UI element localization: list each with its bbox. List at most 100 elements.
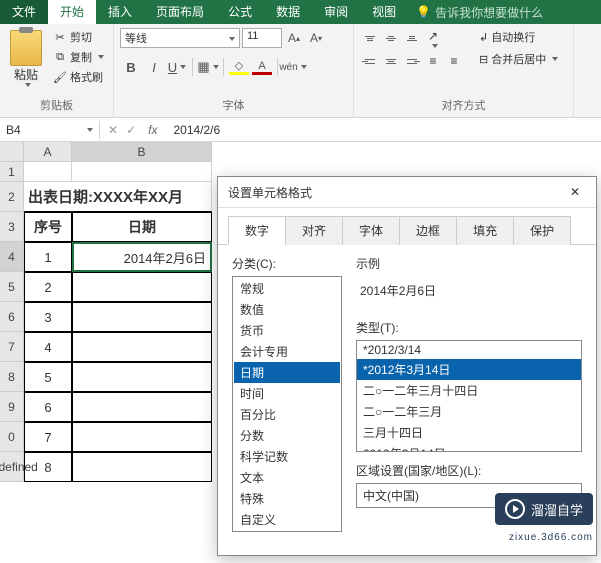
- italic-button[interactable]: I: [143, 56, 165, 78]
- increase-indent-button[interactable]: ≡: [444, 51, 464, 71]
- category-item[interactable]: 时间: [234, 383, 340, 404]
- phonetic-button[interactable]: wén: [282, 56, 304, 78]
- type-item[interactable]: 二○一二年三月十四日: [357, 380, 581, 401]
- row-header[interactable]: 9: [0, 392, 24, 422]
- align-right-button[interactable]: [402, 51, 422, 71]
- font-name-select[interactable]: 等线: [120, 28, 240, 48]
- cell-seq[interactable]: 5: [24, 362, 72, 392]
- category-item[interactable]: 科学记数: [234, 446, 340, 467]
- row-header[interactable]: 6: [0, 302, 24, 332]
- cell-seq[interactable]: 6: [24, 392, 72, 422]
- align-middle-button[interactable]: [381, 28, 401, 48]
- underline-button[interactable]: U: [166, 56, 188, 78]
- category-list[interactable]: 常规数值货币会计专用日期时间百分比分数科学记数文本特殊自定义: [232, 276, 342, 532]
- cell[interactable]: [72, 162, 212, 182]
- cell-seq[interactable]: 7: [24, 422, 72, 452]
- col-header-b[interactable]: B: [72, 142, 212, 162]
- header-cell-date[interactable]: 日期: [72, 212, 212, 242]
- copy-button[interactable]: ⧉ 复制: [50, 48, 107, 66]
- row-header[interactable]: 4: [0, 242, 24, 272]
- bold-button[interactable]: B: [120, 56, 142, 78]
- tab-layout[interactable]: 页面布局: [144, 0, 216, 24]
- cell-seq[interactable]: 3: [24, 302, 72, 332]
- dialog-close-button[interactable]: ✕: [564, 183, 586, 201]
- tab-data[interactable]: 数据: [264, 0, 312, 24]
- merge-center-button[interactable]: ⊟ 合并后居中: [474, 50, 563, 68]
- tab-review[interactable]: 审阅: [312, 0, 360, 24]
- cell-date[interactable]: [72, 362, 212, 392]
- cell-date[interactable]: [72, 272, 212, 302]
- dlg-tab-number[interactable]: 数字: [228, 216, 286, 245]
- decrease-indent-button[interactable]: ≡: [423, 51, 443, 71]
- orientation-button[interactable]: ↗: [423, 28, 443, 48]
- category-item[interactable]: 自定义: [234, 509, 340, 530]
- category-item[interactable]: 常规: [234, 278, 340, 299]
- fx-icon[interactable]: fx: [148, 123, 157, 137]
- font-size-select[interactable]: 11: [242, 28, 282, 48]
- row-header[interactable]: undefined: [0, 452, 24, 482]
- align-left-button[interactable]: [360, 51, 380, 71]
- type-item[interactable]: 三月十四日: [357, 422, 581, 443]
- category-item[interactable]: 文本: [234, 467, 340, 488]
- title-cell[interactable]: 出表日期:XXXX年XX月: [24, 182, 212, 212]
- cell-seq[interactable]: 1: [24, 242, 72, 272]
- category-item[interactable]: 日期: [234, 362, 340, 383]
- type-item[interactable]: 二○一二年三月: [357, 401, 581, 422]
- cancel-icon[interactable]: ✕: [108, 123, 118, 137]
- select-all-corner[interactable]: [0, 142, 24, 162]
- decrease-font-button[interactable]: A▾: [306, 28, 326, 48]
- dlg-tab-protect[interactable]: 保护: [513, 216, 571, 245]
- cell-date[interactable]: [72, 392, 212, 422]
- cut-button[interactable]: ✂ 剪切: [50, 28, 107, 46]
- fill-color-button[interactable]: ◇: [228, 56, 250, 78]
- col-header-a[interactable]: A: [24, 142, 72, 162]
- align-top-button[interactable]: [360, 28, 380, 48]
- confirm-icon[interactable]: ✓: [126, 123, 136, 137]
- cell-seq[interactable]: 2: [24, 272, 72, 302]
- tab-home[interactable]: 开始: [48, 0, 96, 24]
- tab-file[interactable]: 文件: [0, 0, 48, 24]
- category-item[interactable]: 货币: [234, 320, 340, 341]
- cell-date[interactable]: [72, 302, 212, 332]
- category-item[interactable]: 会计专用: [234, 341, 340, 362]
- cell-date[interactable]: [72, 422, 212, 452]
- wrap-text-button[interactable]: ↲ 自动换行: [474, 28, 563, 46]
- tell-me-search[interactable]: 💡 告诉我你想要做什么: [408, 0, 601, 24]
- font-color-button[interactable]: A: [251, 56, 273, 78]
- paste-button[interactable]: 粘贴: [6, 28, 46, 95]
- tab-insert[interactable]: 插入: [96, 0, 144, 24]
- align-bottom-button[interactable]: [402, 28, 422, 48]
- dlg-tab-border[interactable]: 边框: [399, 216, 457, 245]
- row-header[interactable]: 1: [0, 162, 24, 182]
- formula-input[interactable]: 2014/2/6: [165, 121, 228, 139]
- category-item[interactable]: 数值: [234, 299, 340, 320]
- align-center-button[interactable]: [381, 51, 401, 71]
- border-button[interactable]: ▦: [197, 56, 219, 78]
- dlg-tab-font[interactable]: 字体: [342, 216, 400, 245]
- header-cell-seq[interactable]: 序号: [24, 212, 72, 242]
- row-header[interactable]: 2: [0, 182, 24, 212]
- name-box[interactable]: B4: [0, 121, 100, 139]
- type-list[interactable]: *2012/3/14*2012年3月14日二○一二年三月十四日二○一二年三月三月…: [356, 340, 582, 452]
- row-header[interactable]: 3: [0, 212, 24, 242]
- row-header[interactable]: 0: [0, 422, 24, 452]
- increase-font-button[interactable]: A▴: [284, 28, 304, 48]
- row-header[interactable]: 8: [0, 362, 24, 392]
- cell[interactable]: [24, 162, 72, 182]
- tab-view[interactable]: 视图: [360, 0, 408, 24]
- type-item[interactable]: 2012年3月14日: [357, 443, 581, 452]
- cell-date[interactable]: [72, 452, 212, 482]
- cell-date[interactable]: [72, 332, 212, 362]
- tab-formulas[interactable]: 公式: [216, 0, 264, 24]
- cell-seq[interactable]: 4: [24, 332, 72, 362]
- category-item[interactable]: 百分比: [234, 404, 340, 425]
- type-item[interactable]: *2012/3/14: [357, 341, 581, 359]
- dialog-titlebar[interactable]: 设置单元格格式 ✕: [218, 177, 596, 208]
- format-painter-button[interactable]: 🖌 格式刷: [50, 68, 107, 86]
- dlg-tab-align[interactable]: 对齐: [285, 216, 343, 245]
- row-header[interactable]: 7: [0, 332, 24, 362]
- cell-date[interactable]: 2014年2月6日: [72, 242, 212, 272]
- cell-seq[interactable]: 8: [24, 452, 72, 482]
- category-item[interactable]: 特殊: [234, 488, 340, 509]
- type-item[interactable]: *2012年3月14日: [357, 359, 581, 380]
